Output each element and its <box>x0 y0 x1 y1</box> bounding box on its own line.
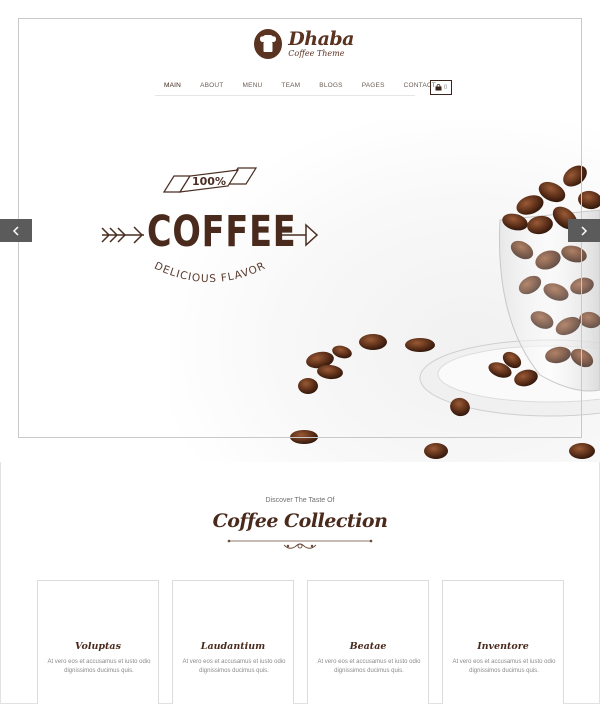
cart-button[interactable]: 0 <box>430 80 452 95</box>
slider-next-button[interactable] <box>568 219 600 242</box>
chef-logo-icon <box>254 29 283 59</box>
nav-item-blogs[interactable]: BLOGS <box>319 78 342 95</box>
main-nav: MAIN ABOUT MENU TEAM BLOGS PAGES CONTACT <box>155 78 436 96</box>
collection-card[interactable]: Voluptas At vero eos et accusamus et ius… <box>37 580 159 704</box>
ornament-divider-icon <box>227 539 373 549</box>
svg-text:DELICIOUS FLAVOR: DELICIOUS FLAVOR <box>152 262 267 285</box>
ribbon-text: 100% <box>192 175 226 188</box>
nav-item-menu[interactable]: MENU <box>242 78 262 95</box>
card-title: Inventore <box>477 641 529 652</box>
card-text: At vero eos et accusamus et iusto odio d… <box>452 659 556 674</box>
brand-tagline: Coffee Theme <box>288 49 345 58</box>
hero-subline: DELICIOUS FLAVOR <box>152 262 267 285</box>
coffee-cup-image <box>290 165 600 459</box>
cart-count: 0 <box>443 84 448 91</box>
chevron-right-icon <box>581 225 588 236</box>
collection-title: Coffee Collection <box>212 510 388 532</box>
collection-card[interactable]: Inventore At vero eos et accusamus et iu… <box>442 580 564 704</box>
collection-card[interactable]: Laudantium At vero eos et accusamus et i… <box>172 580 294 704</box>
collection-kicker: Discover The Taste Of <box>265 497 335 504</box>
nav-item-team[interactable]: TEAM <box>281 78 300 95</box>
hero-subline-text: DELICIOUS FLAVOR <box>152 262 266 285</box>
nav-item-pages[interactable]: PAGES <box>362 78 385 95</box>
card-text: At vero eos et accusamus et iusto odio d… <box>317 659 421 674</box>
slider-prev-button[interactable] <box>0 219 32 242</box>
nav-item-main[interactable]: MAIN <box>164 78 181 95</box>
card-text: At vero eos et accusamus et iusto odio d… <box>47 659 151 674</box>
brand-name: Dhaba <box>288 28 354 50</box>
chevron-left-icon <box>12 225 19 236</box>
collection-card[interactable]: Beatae At vero eos et accusamus et iusto… <box>307 580 429 704</box>
hero-headline: COFFEE <box>147 207 297 257</box>
card-title: Laudantium <box>200 641 266 652</box>
card-title: Voluptas <box>75 641 121 652</box>
hero-slider: Dhaba Coffee Theme MAIN ABOUT MENU TEAM … <box>0 0 600 462</box>
nav-item-about[interactable]: ABOUT <box>200 78 223 95</box>
card-text: At vero eos et accusamus et iusto odio d… <box>182 659 286 674</box>
card-title: Beatae <box>349 641 387 652</box>
brand-logo[interactable]: Dhaba Coffee Theme <box>254 28 354 60</box>
cart-icon <box>435 84 442 91</box>
collection-cards: Voluptas At vero eos et accusamus et ius… <box>37 580 565 704</box>
percent-ribbon: 100% <box>160 166 260 196</box>
